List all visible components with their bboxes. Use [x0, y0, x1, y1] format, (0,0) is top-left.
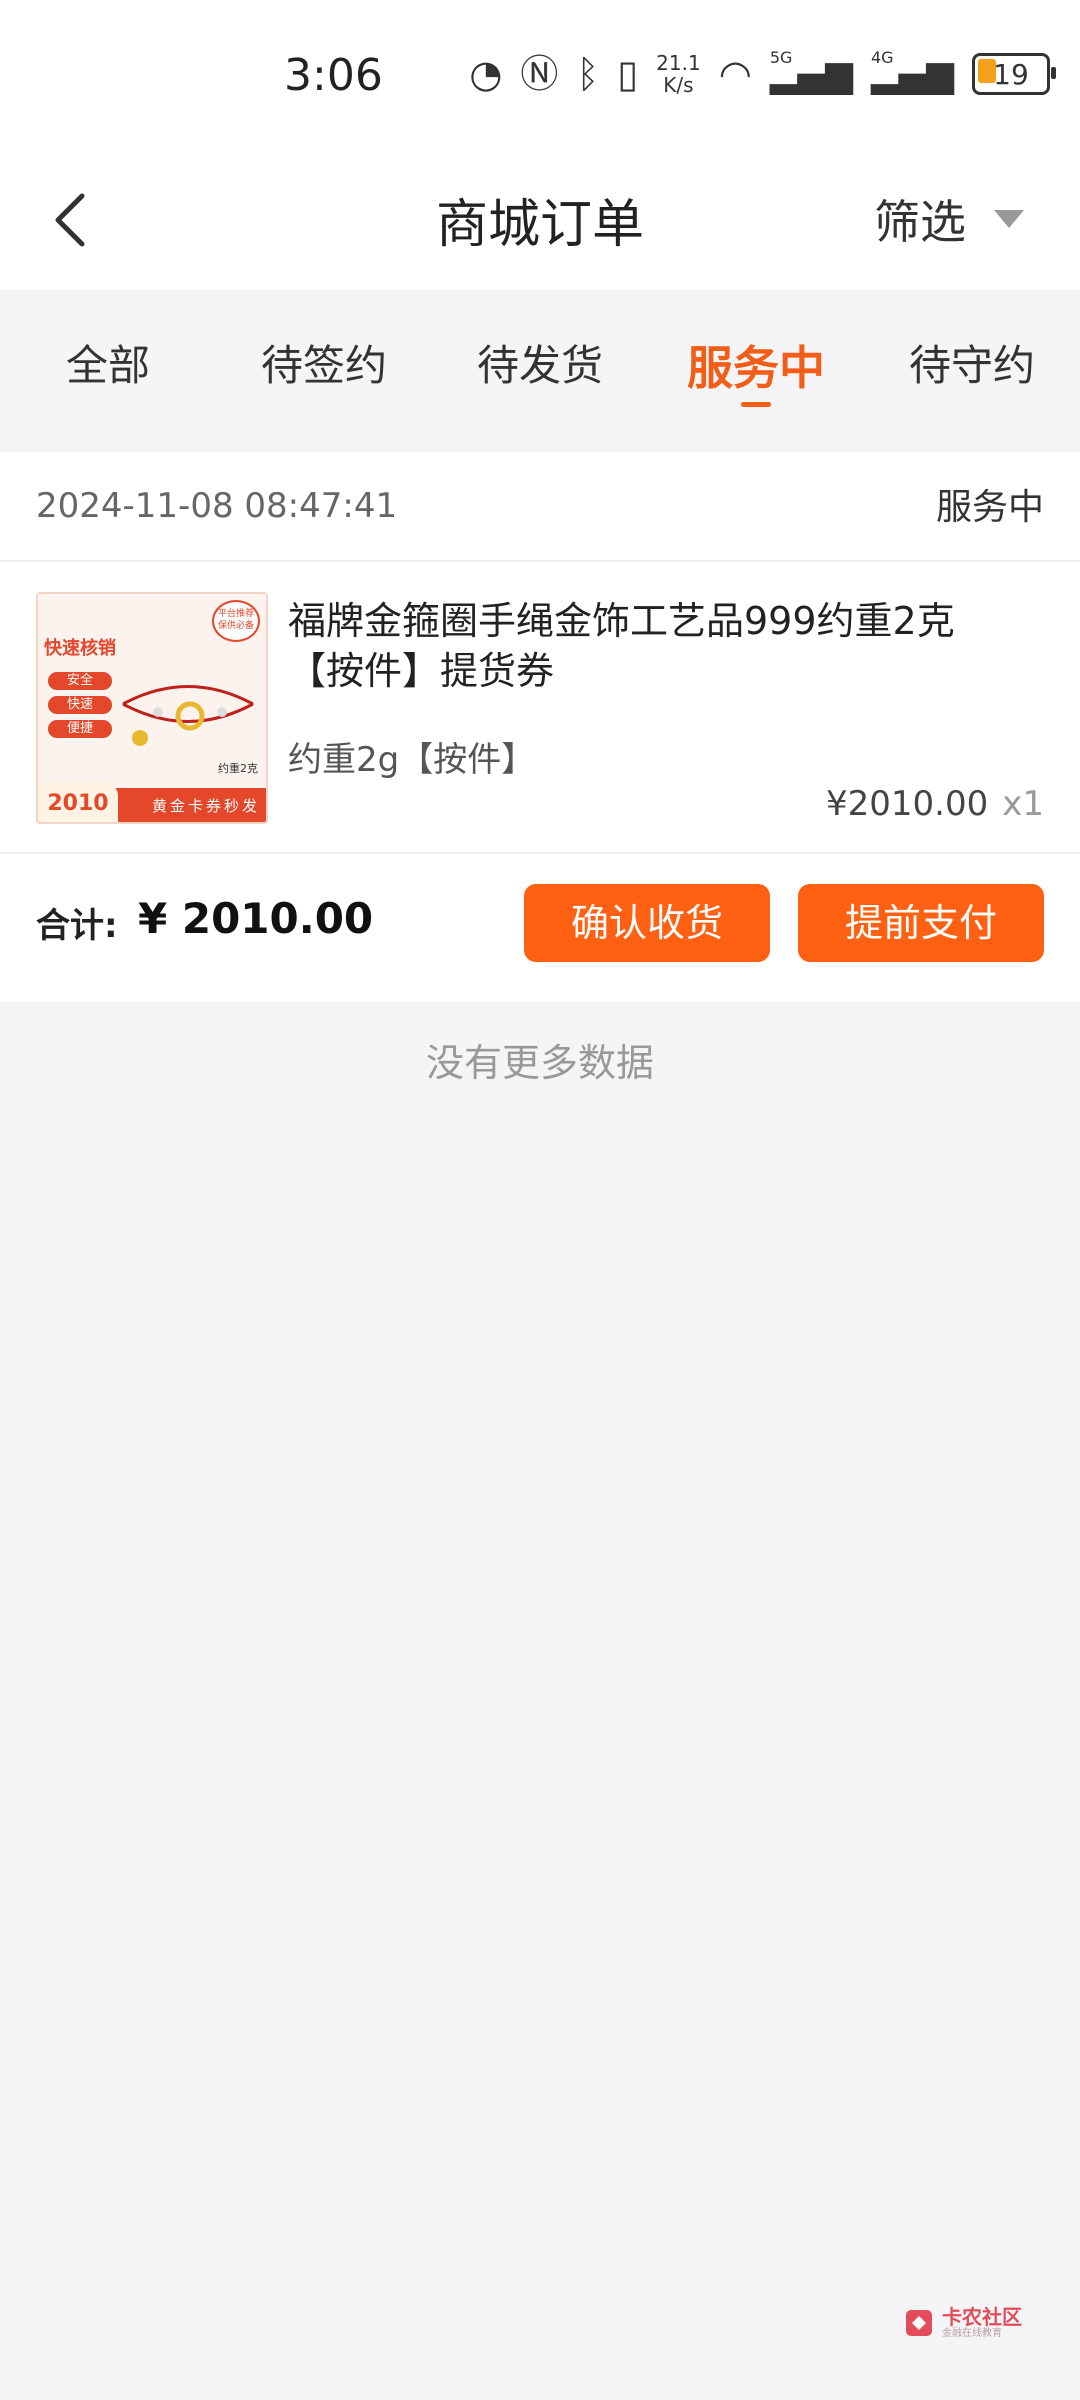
tab-pending-sign[interactable]: 待签约	[216, 292, 432, 450]
triangle-down-icon	[994, 210, 1024, 228]
confirm-receipt-button[interactable]: 确认收货	[524, 884, 770, 962]
watermark-sub: 金融在线教育	[942, 2328, 1002, 2339]
battery-level: 19	[993, 57, 1029, 91]
image-banner-text: 黄金卡券秒发	[151, 797, 260, 815]
product-price: ¥2010.00	[826, 784, 989, 824]
battery-icon: 19	[972, 53, 1056, 95]
community-logo-icon	[906, 2310, 932, 2336]
watermark-text: 卡农社区 金融在线教育	[942, 2306, 1022, 2340]
signal-5g-icon: 5G ▂▄▆	[769, 47, 853, 95]
net-speed-unit: K/s	[663, 73, 694, 97]
product-row[interactable]: 快速核销 安全 快速 便捷 平台推荐 保供必备 约重2克 黄金卡券秒发 2010…	[0, 562, 1080, 854]
signal-4g-icon: 4G ▂▄▆	[870, 47, 954, 95]
bluetooth-icon: ᛒ	[576, 52, 600, 96]
net-speed: 21.1 K/s	[656, 52, 701, 96]
image-pill: 安全	[48, 672, 112, 690]
order-header: 2024-11-08 08:47:41 服务中	[0, 452, 1080, 562]
filter-label: 筛选	[874, 195, 966, 249]
watermark-main: 卡农社区	[942, 2305, 1022, 2329]
prepay-button[interactable]: 提前支付	[798, 884, 1044, 962]
nfc-icon: Ⓝ	[520, 52, 559, 96]
order-datetime: 2024-11-08 08:47:41	[36, 486, 398, 526]
image-pill: 快速	[48, 696, 112, 714]
tab-in-service[interactable]: 服务中	[648, 292, 864, 450]
vibrate-icon: ▯	[617, 52, 639, 96]
no-more-data-text: 没有更多数据	[425, 1041, 654, 1085]
order-total-row: 合计: ¥ 2010.00 确认收货 提前支付	[0, 854, 1080, 1004]
network-4g-label: 4G	[870, 47, 894, 67]
net-speed-value: 21.1	[656, 51, 701, 75]
product-name[interactable]: 福牌金箍圈手绳金饰工艺品999约重2克【按件】提货券	[288, 596, 1008, 696]
status-bar: 3:06 ◔ Ⓝ ᛒ ▯ 21.1 K/s ◠ 5G ▂▄▆ 4G ▂▄▆ 19	[0, 0, 1080, 150]
total-label: 合计:	[36, 906, 118, 946]
order-tabs: 全部 待签约 待发货 服务中 待守约	[0, 292, 1080, 450]
tab-pending-ship[interactable]: 待发货	[432, 292, 648, 450]
tab-pending-keep[interactable]: 待守约	[864, 292, 1080, 450]
wifi-icon: ◠	[718, 52, 752, 96]
speedometer-icon: ◔	[469, 52, 503, 96]
tab-all[interactable]: 全部	[0, 292, 216, 450]
bracelet-image	[122, 685, 254, 746]
order-card[interactable]: 2024-11-08 08:47:41 服务中 快速核销 安全 快速 便捷 平台…	[0, 452, 1080, 1002]
image-badge-title: 快速核销	[44, 638, 116, 659]
order-status: 服务中	[935, 487, 1044, 528]
watermark: 卡农社区 金融在线教育	[904, 2306, 1022, 2340]
product-spec: 约重2g【按件】	[288, 740, 536, 780]
product-quantity: x1	[1002, 784, 1044, 824]
total-value: ¥ 2010.00	[138, 894, 374, 943]
filter-button[interactable]: 筛选	[874, 186, 1024, 252]
image-weight: 约重2克	[218, 762, 258, 775]
status-time: 3:06	[284, 50, 383, 101]
product-price-row: ¥2010.00 x1	[826, 784, 1044, 824]
product-image[interactable]: 快速核销 安全 快速 便捷 平台推荐 保供必备 约重2克 黄金卡券秒发 2010	[36, 592, 268, 824]
network-5g-label: 5G	[769, 47, 793, 67]
image-pill: 便捷	[48, 720, 112, 738]
image-price-badge: 2010	[38, 782, 118, 822]
app-header: 商城订单 筛选	[0, 150, 1080, 290]
status-icons: ◔ Ⓝ ᛒ ▯ 21.1 K/s ◠ 5G ▂▄▆ 4G ▂▄▆ 19	[469, 47, 1056, 96]
image-recommend-tag: 平台推荐 保供必备	[212, 600, 260, 642]
